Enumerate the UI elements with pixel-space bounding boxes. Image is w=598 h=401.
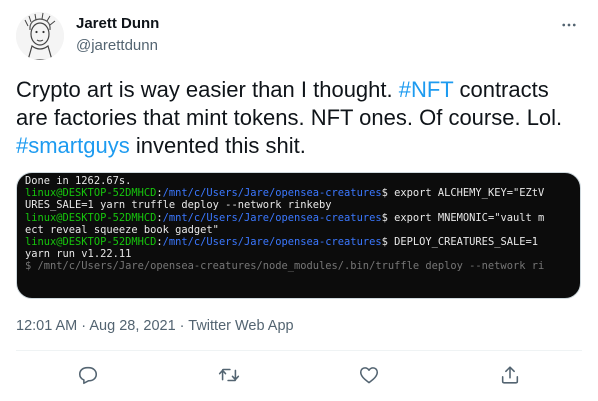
terminal-segment: linux@DESKTOP-52DMHCD — [25, 187, 157, 200]
tweet-text-segment: invented this shit. — [129, 133, 306, 158]
author-name[interactable]: Jarett Dunn — [76, 15, 159, 32]
retweet-button[interactable] — [218, 364, 240, 386]
terminal-segment: /mnt/c/Users/Jare/opensea-creatures — [162, 211, 382, 224]
terminal-line: URES_SALE=1 yarn truffle deploy --networ… — [25, 199, 580, 211]
heart-icon — [359, 367, 379, 384]
avatar-sketch-image — [16, 12, 64, 60]
tweet-date[interactable]: Aug 28, 2021 — [89, 318, 175, 334]
author-handle[interactable]: @jarettdunn — [76, 37, 158, 54]
tweet-metadata: 12:01 AM · Aug 28, 2021 · Twitter Web Ap… — [16, 318, 294, 334]
terminal-segment: linux@DESKTOP-52DMHCD — [25, 211, 157, 224]
tweet-time[interactable]: 12:01 AM — [16, 318, 77, 334]
hashtag-link-smartguys[interactable]: #smartguys — [16, 133, 130, 158]
terminal-output: Done in 1262.67s. linux@DESKTOP-52DMHCD:/… — [25, 175, 580, 273]
hashtag-link-nft[interactable]: #NFT — [399, 77, 454, 102]
reply-icon — [78, 366, 98, 385]
share-button[interactable] — [499, 364, 521, 386]
tweet-text-segment: Crypto art is way easier than I thought. — [16, 77, 399, 102]
terminal-segment: linux@DESKTOP-52DMHCD — [25, 235, 157, 248]
terminal-segment: Done in 1262.67s. — [25, 175, 132, 187]
tweet-actions-bar — [0, 352, 598, 401]
share-icon — [501, 366, 519, 384]
terminal-line: $ /mnt/c/Users/Jare/opensea-creatures/no… — [25, 260, 580, 272]
terminal-segment: $ export ALCHEMY_KEY="EZtV — [381, 187, 545, 200]
meta-separator: · — [77, 318, 90, 334]
tweet-source[interactable]: Twitter Web App — [188, 318, 293, 334]
retweet-icon — [218, 368, 240, 382]
terminal-line: ect reveal squeeze book gadget" — [25, 224, 580, 236]
terminal-screenshot-image[interactable]: Done in 1262.67s. linux@DESKTOP-52DMHCD:/… — [16, 172, 581, 299]
more-horizontal-icon — [562, 23, 576, 27]
terminal-segment: $ /mnt/c/Users/Jare/opensea-creatures/no… — [25, 260, 545, 273]
terminal-segment: yarn run v1.22.11 — [25, 248, 132, 261]
terminal-segment: URES_SALE=1 yarn truffle deploy --networ… — [25, 199, 332, 212]
terminal-line: yarn run v1.22.11 — [25, 248, 580, 260]
terminal-segment: $ DEPLOY_CREATURES_SALE=1 — [381, 235, 538, 248]
reply-button[interactable] — [77, 364, 99, 386]
tweet-text: Crypto art is way easier than I thought.… — [16, 76, 586, 160]
terminal-line: linux@DESKTOP-52DMHCD:/mnt/c/Users/Jare/… — [25, 187, 580, 199]
more-options-button[interactable] — [558, 14, 580, 36]
terminal-segment: /mnt/c/Users/Jare/opensea-creatures — [162, 187, 382, 200]
meta-separator: · — [175, 318, 189, 334]
terminal-line: linux@DESKTOP-52DMHCD:/mnt/c/Users/Jare/… — [25, 236, 580, 248]
terminal-segment: /mnt/c/Users/Jare/opensea-creatures — [162, 235, 382, 248]
terminal-line: Done in 1262.67s. — [25, 175, 580, 187]
avatar[interactable] — [16, 12, 64, 60]
terminal-line: linux@DESKTOP-52DMHCD:/mnt/c/Users/Jare/… — [25, 212, 580, 224]
divider — [16, 350, 582, 351]
like-button[interactable] — [358, 364, 380, 386]
terminal-segment: $ export MNEMONIC="vault m — [381, 211, 545, 224]
terminal-segment: ect reveal squeeze book gadget" — [25, 223, 219, 236]
